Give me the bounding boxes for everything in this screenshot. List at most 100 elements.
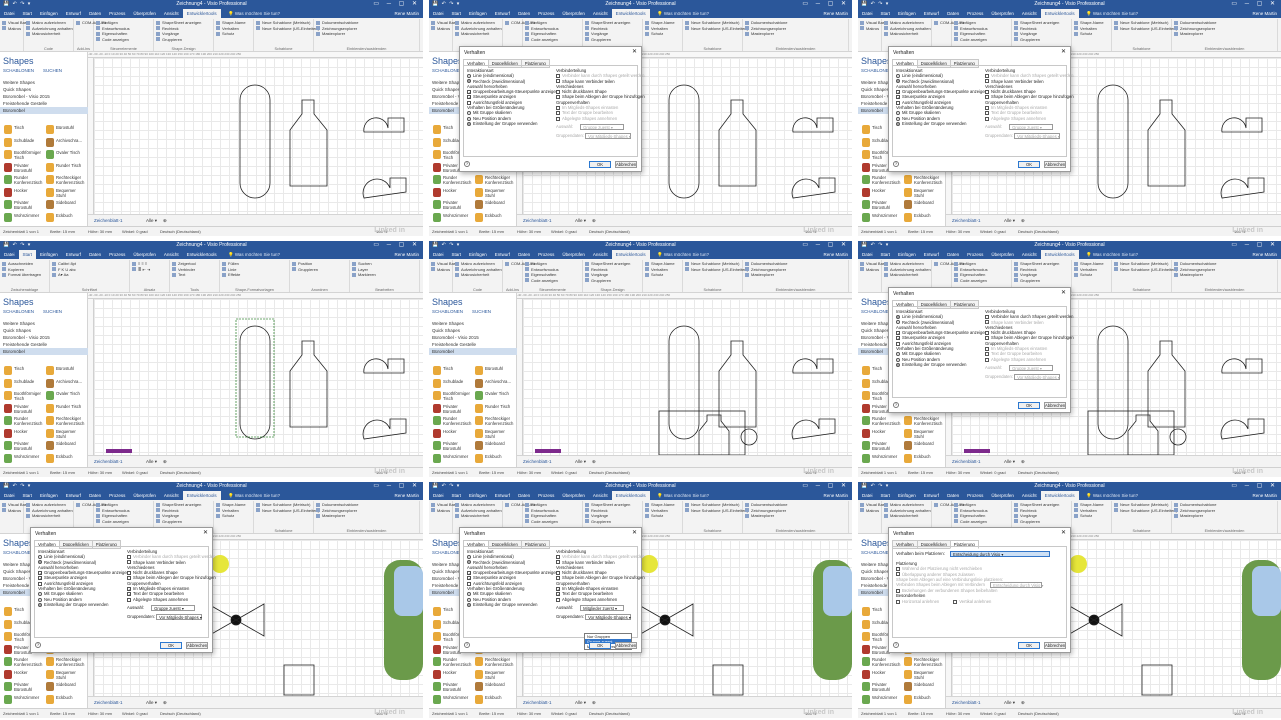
- group-data-combo[interactable]: Vor Mitglieds-Shapes ▾: [1014, 132, 1061, 139]
- tab-überprüfen[interactable]: Überprüfen: [558, 491, 589, 500]
- radio-button[interactable]: [896, 315, 900, 320]
- tab-prozess[interactable]: Prozess: [963, 491, 987, 500]
- ribbon-command[interactable]: A▾ Aa: [52, 272, 127, 278]
- checkbox[interactable]: [985, 95, 989, 100]
- stencil-shape[interactable]: Wohnzimmer: [860, 212, 902, 224]
- tab-datei[interactable]: Datei: [0, 9, 19, 18]
- tab-entwicklertools[interactable]: Entwicklertools: [611, 9, 650, 18]
- radio-button[interactable]: [896, 79, 900, 84]
- tab-prozess[interactable]: Prozess: [534, 491, 558, 500]
- stencil-shape[interactable]: Privater Bürostuhl: [2, 403, 44, 415]
- radio-button[interactable]: [896, 116, 900, 121]
- ribbon-command[interactable]: Schutz: [645, 31, 680, 37]
- add-page-icon[interactable]: ⊕: [163, 700, 167, 706]
- stencil-list-item[interactable]: Freistehende Gestelle: [0, 341, 88, 348]
- ribbon-command[interactable]: ≣ ⇤ ⇥: [132, 267, 167, 273]
- stencil-shape[interactable]: Bürostuhl: [44, 365, 86, 377]
- ribbon-command[interactable]: Code anzeigen: [525, 37, 580, 43]
- window-controls[interactable]: ▭ ─ ▢ ✕: [1231, 0, 1278, 7]
- checkbox[interactable]: [556, 95, 560, 100]
- stencil-shape[interactable]: Privater Bürostuhl: [431, 403, 473, 415]
- resize-option[interactable]: Einstellung der Gruppe verwenden: [38, 602, 129, 607]
- checkbox[interactable]: ✓: [467, 90, 471, 95]
- page-tab-all[interactable]: Alle ▾: [1004, 218, 1015, 224]
- stencil-shape[interactable]: Eckbuch: [473, 212, 515, 224]
- group-data-combo[interactable]: Vor Mitglieds-Shapes ▾: [585, 613, 632, 620]
- user-name[interactable]: Rene Martin: [823, 493, 848, 498]
- ribbon-command[interactable]: Schutz: [216, 31, 251, 37]
- tab-entwicklertools[interactable]: Entwicklertools: [1040, 491, 1079, 500]
- stencil-shape[interactable]: Ovaler Tisch: [44, 149, 86, 161]
- cancel-button[interactable]: Abbrechen: [1044, 161, 1066, 168]
- ribbon-command[interactable]: Format übertragen: [2, 272, 47, 278]
- stencil-shape[interactable]: Eckbuch: [902, 694, 944, 706]
- tab-prozess[interactable]: Prozess: [105, 491, 129, 500]
- stencil-shape[interactable]: Ovaler Tisch: [473, 390, 515, 402]
- ribbon-command[interactable]: Mastexplorer: [745, 272, 846, 278]
- tab-entwicklertools[interactable]: Entwicklertools: [1040, 9, 1079, 18]
- placement-combo[interactable]: Entscheidung durch Visio ▾: [950, 551, 1051, 557]
- ribbon-command[interactable]: Mastexplorer: [745, 513, 846, 519]
- radio-button[interactable]: [896, 111, 900, 116]
- user-name[interactable]: Rene Martin: [1252, 11, 1277, 16]
- checkbox[interactable]: ✓: [467, 95, 471, 100]
- stencil-shape[interactable]: Wohnzimmer: [2, 212, 44, 224]
- tab-entwurf[interactable]: Entwurf: [62, 9, 85, 18]
- stencil-shape[interactable]: Bequemer Stuhl: [902, 187, 944, 199]
- dialog-close-button[interactable]: ✕: [1061, 529, 1066, 536]
- selection-combo[interactable]: Gruppe zuerst ▾: [151, 604, 196, 611]
- stencil-shape[interactable]: Sideboard: [473, 199, 515, 211]
- stencil-shape[interactable]: Schublade: [431, 378, 473, 390]
- stencil-shape[interactable]: Schublade: [2, 378, 44, 390]
- tab-einfügen[interactable]: Einfügen: [465, 9, 491, 18]
- ribbon-command[interactable]: Neue Schablone (US-Einheiten): [256, 508, 319, 514]
- page-tab-1[interactable]: Zeichenblatt-1: [523, 700, 552, 705]
- radio-button[interactable]: [896, 362, 900, 367]
- checkbox[interactable]: [38, 581, 42, 586]
- stencil-list-item[interactable]: Freistehende Gestelle: [429, 341, 517, 348]
- ribbon-command[interactable]: Neue Schablone (US-Einheiten): [1114, 508, 1177, 514]
- radio-button[interactable]: [467, 111, 471, 116]
- ribbon-command[interactable]: Makrosicherheit: [455, 513, 500, 519]
- stencil-shape[interactable]: Schublade: [2, 137, 44, 149]
- stencil-shape[interactable]: Runder Tisch: [44, 162, 86, 174]
- ribbon-command[interactable]: Gruppieren: [156, 37, 211, 43]
- stencil-shape[interactable]: Privater Bürostuhl: [2, 162, 44, 174]
- ribbon-command[interactable]: Code anzeigen: [525, 519, 580, 525]
- tab-start[interactable]: Start: [877, 491, 895, 500]
- checkbox[interactable]: ✓: [896, 331, 900, 336]
- tab-entwurf[interactable]: Entwurf: [491, 9, 514, 18]
- radio-button[interactable]: [896, 121, 900, 126]
- tell-me-search[interactable]: 💡 Was möchten Sie tun?: [657, 252, 709, 258]
- page-tab-1[interactable]: Zeichenblatt-1: [94, 700, 123, 705]
- tab-datei[interactable]: Datei: [858, 491, 877, 500]
- tab-überprüfen[interactable]: Überprüfen: [129, 491, 160, 500]
- group-option[interactable]: Abgelegte Shapes annehmen: [556, 597, 645, 602]
- checkbox[interactable]: [896, 100, 900, 105]
- radio-button[interactable]: [467, 592, 471, 597]
- stencil-shape[interactable]: Bequemer Stuhl: [473, 187, 515, 199]
- tab-entwurf[interactable]: Entwurf: [920, 491, 943, 500]
- drawing-shapes[interactable]: [523, 299, 852, 455]
- user-name[interactable]: Rene Martin: [823, 252, 848, 257]
- checkbox[interactable]: [467, 100, 471, 105]
- tab-datei[interactable]: Datei: [0, 250, 19, 259]
- stencil-shape[interactable]: Eckbuch: [44, 453, 86, 465]
- ribbon-command[interactable]: Mastexplorer: [1174, 31, 1275, 37]
- tab-entwurf[interactable]: Entwurf: [920, 250, 943, 259]
- add-page-icon[interactable]: ⊕: [592, 218, 596, 224]
- stencil-shape[interactable]: Tisch: [2, 365, 44, 377]
- tab-entwicklertools[interactable]: Entwicklertools: [611, 250, 650, 259]
- tab-search[interactable]: SUCHEN: [43, 309, 62, 314]
- stencil-shape[interactable]: Sideboard: [902, 199, 944, 211]
- stencil-shape[interactable]: Hocker: [2, 187, 44, 199]
- misc-option[interactable]: Shape beim Ablegen der Gruppe hinzufügen: [985, 335, 1074, 340]
- tab-einfügen[interactable]: Einfügen: [894, 250, 920, 259]
- stencil-shape[interactable]: Bequemer Stuhl: [473, 669, 515, 681]
- stencil-shape[interactable]: Privater Bürostuhl: [860, 440, 902, 452]
- checkbox[interactable]: ✓: [38, 576, 42, 581]
- page-tab-1[interactable]: Zeichenblatt-1: [523, 218, 552, 223]
- ribbon-command[interactable]: Makros: [2, 26, 21, 32]
- stencil-shape[interactable]: Bequemer Stuhl: [44, 428, 86, 440]
- ribbon-command[interactable]: COM-Add-Ins: [505, 20, 535, 26]
